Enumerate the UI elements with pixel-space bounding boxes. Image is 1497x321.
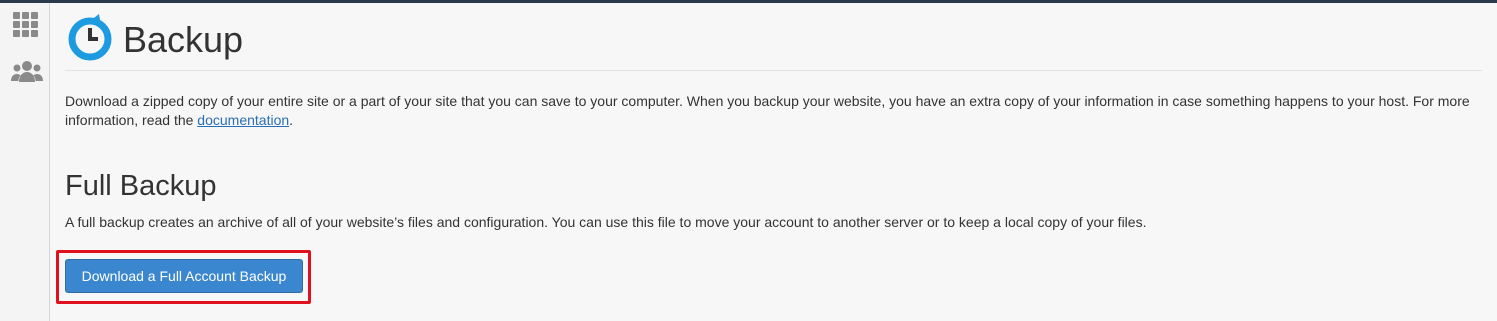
page-title: Backup	[123, 19, 244, 60]
users-icon[interactable]	[10, 57, 44, 87]
full-backup-heading: Full Backup	[65, 170, 217, 202]
intro-description: Download a zipped copy of your entire si…	[65, 92, 1490, 130]
full-backup-description: A full backup creates an archive of all …	[65, 214, 1147, 230]
documentation-link[interactable]: documentation	[197, 112, 289, 128]
grid-icon[interactable]	[10, 9, 44, 39]
main-content: Backup Download a zipped copy of your en…	[50, 3, 1497, 321]
intro-text-end: .	[289, 112, 294, 128]
download-full-backup-button[interactable]: Download a Full Account Backup	[65, 259, 303, 293]
backup-clock-icon	[65, 12, 115, 62]
sidebar	[0, 3, 50, 321]
page-header: Backup	[65, 12, 1482, 71]
